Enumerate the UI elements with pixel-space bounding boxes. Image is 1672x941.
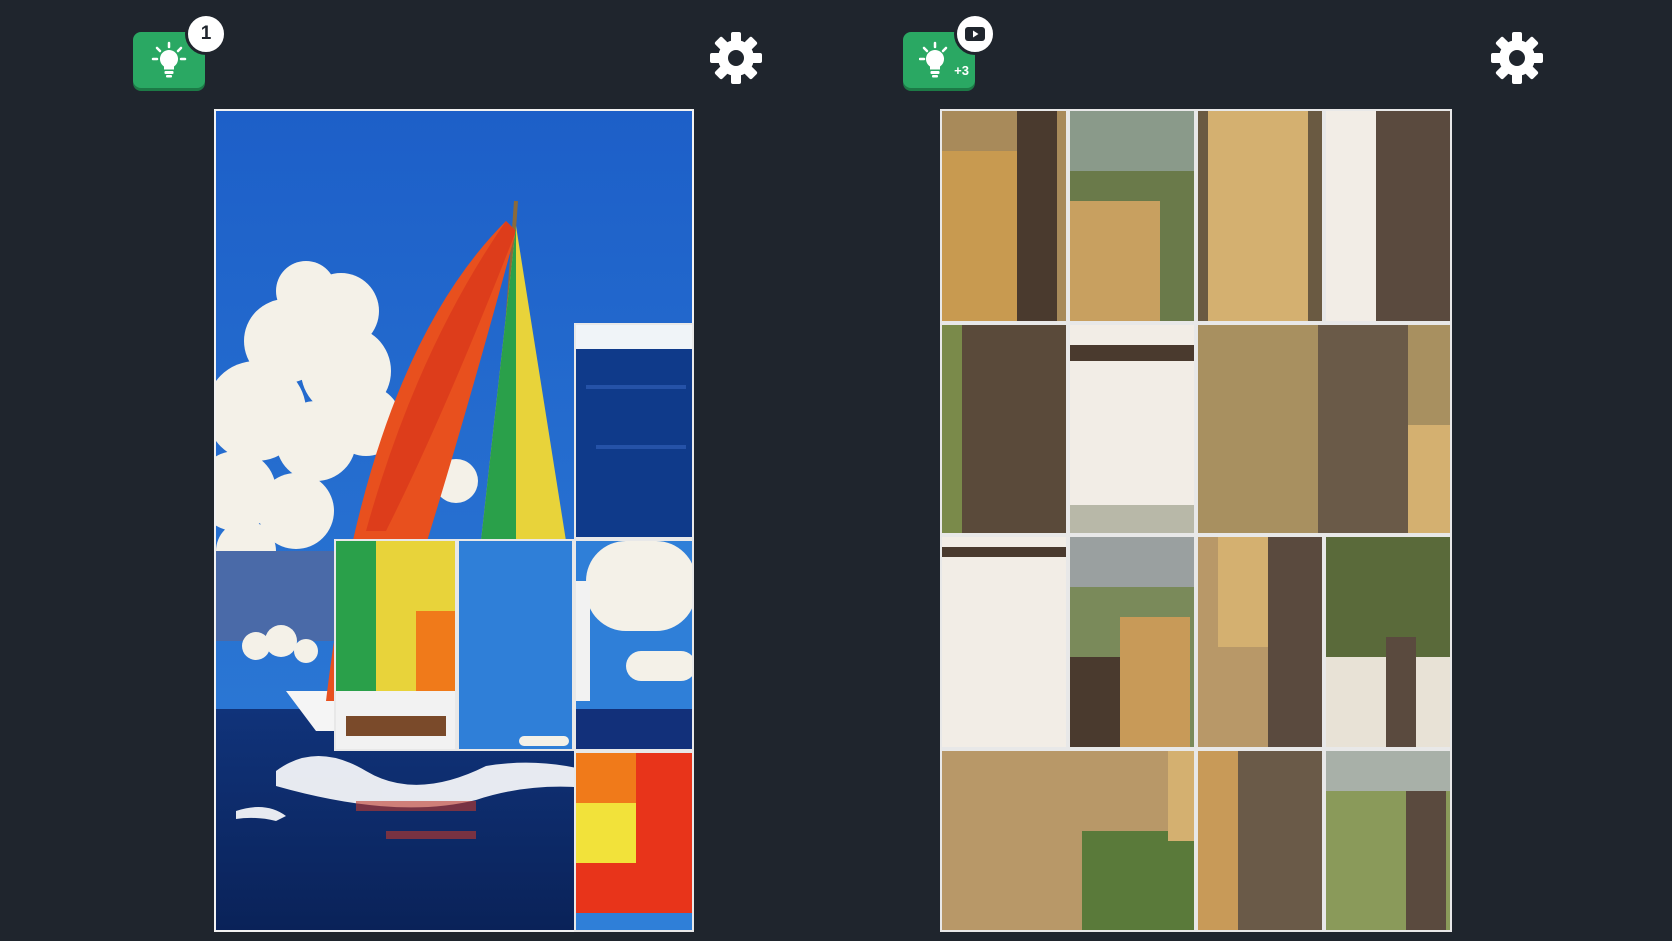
puzzle-piece[interactable] <box>457 539 574 751</box>
puzzle-piece[interactable] <box>574 323 694 539</box>
video-badge <box>954 13 996 55</box>
puzzle-piece[interactable] <box>1068 109 1196 323</box>
puzzle-piece[interactable] <box>1068 535 1196 749</box>
hint-count-badge: 1 <box>185 13 227 55</box>
puzzle-board-sailboat <box>214 109 694 932</box>
puzzle-piece[interactable] <box>334 539 457 751</box>
puzzle-piece[interactable] <box>940 109 1068 323</box>
puzzle-piece[interactable] <box>940 323 1068 535</box>
puzzle-piece[interactable] <box>1324 109 1452 323</box>
puzzle-piece[interactable] <box>1196 109 1324 323</box>
puzzle-piece[interactable] <box>1068 323 1196 535</box>
puzzle-piece[interactable] <box>1324 535 1452 749</box>
puzzle-board-leopard <box>940 109 1452 932</box>
video-play-icon <box>965 27 985 41</box>
lightbulb-icon <box>919 41 948 78</box>
gear-icon[interactable] <box>1490 31 1544 85</box>
puzzle-piece[interactable] <box>1196 323 1452 535</box>
lightbulb-icon <box>151 41 187 78</box>
puzzle-piece[interactable] <box>940 749 1196 932</box>
puzzle-piece[interactable] <box>1196 535 1324 749</box>
hint-plus-text: +3 <box>954 63 969 78</box>
gear-icon[interactable] <box>709 31 763 85</box>
puzzle-piece[interactable] <box>940 535 1068 749</box>
puzzle-piece[interactable] <box>1324 749 1452 932</box>
puzzle-piece[interactable] <box>1196 749 1324 932</box>
puzzle-piece[interactable] <box>574 751 694 932</box>
puzzle-piece[interactable] <box>574 539 694 751</box>
